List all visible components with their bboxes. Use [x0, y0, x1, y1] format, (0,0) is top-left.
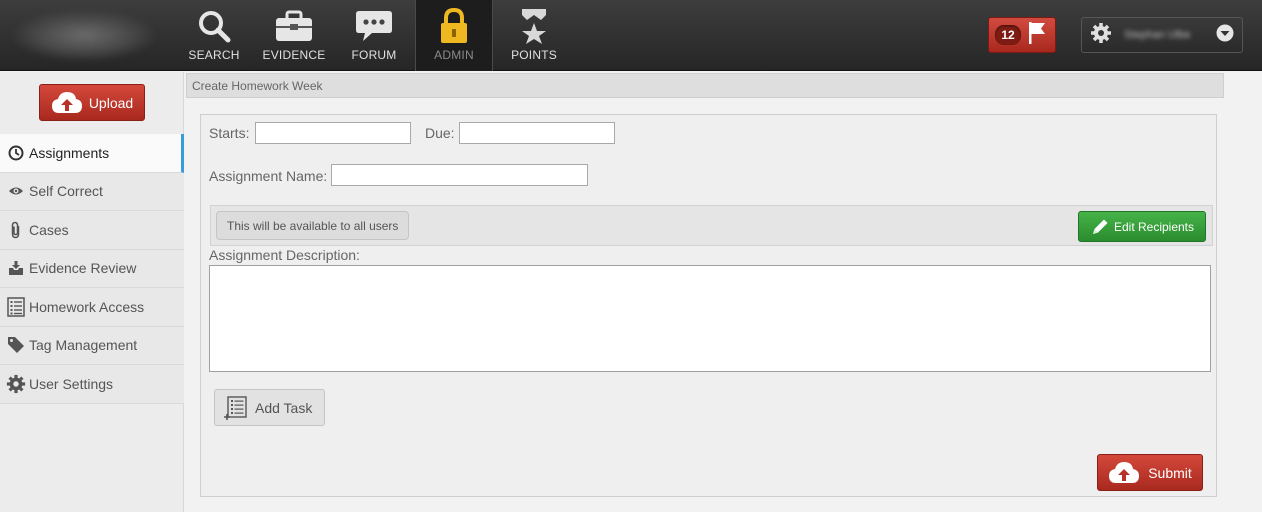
sidebar-item-label: Cases [29, 221, 69, 238]
edit-recipients-label: Edit Recipients [1113, 219, 1195, 234]
flag-icon [1027, 21, 1047, 50]
notifications-button[interactable]: 12 [988, 17, 1056, 53]
chevron-down-icon [1216, 24, 1234, 47]
recipients-bar: This will be available to all users Edit… [210, 205, 1213, 246]
main-nav: SEARCH EVIDENCE FORUM ADMIN POINTS [175, 0, 575, 71]
sidebar-item-user-settings[interactable]: User Settings [0, 365, 184, 404]
upload-button-label: Upload [88, 94, 134, 111]
user-name: Stephan Ulbe [1124, 29, 1191, 41]
upload-button[interactable]: Upload [39, 84, 145, 121]
description-label: Assignment Description: [209, 247, 360, 263]
nav-search-label: SEARCH [188, 48, 240, 62]
due-date-input[interactable] [459, 122, 615, 144]
inbox-download-icon [6, 258, 26, 278]
add-list-icon [223, 395, 249, 421]
due-label: Due: [425, 125, 455, 141]
assignment-description-textarea[interactable] [209, 265, 1211, 372]
sidebar-item-label: Self Correct [29, 183, 103, 200]
submit-button-label: Submit [1148, 464, 1192, 481]
sidebar-menu: Assignments Self Correct Cases Evidence … [0, 134, 184, 404]
points-star-icon [514, 7, 554, 45]
add-task-button[interactable]: Add Task [214, 389, 325, 426]
sidebar: Upload Assignments Self Correct Cases Ev… [0, 72, 184, 512]
edit-recipients-button[interactable]: Edit Recipients [1078, 211, 1206, 242]
cloud-upload-icon [51, 91, 83, 115]
lock-icon [434, 7, 474, 45]
paperclip-icon [6, 220, 26, 240]
briefcase-icon [274, 7, 314, 45]
sidebar-item-evidence-review[interactable]: Evidence Review [0, 249, 184, 288]
list-icon [6, 297, 26, 317]
assignment-name-input[interactable] [331, 164, 588, 186]
starts-date-input[interactable] [255, 122, 411, 144]
nav-forum-label: FORUM [351, 48, 397, 62]
gear-icon [1090, 22, 1112, 49]
breadcrumb: Create Homework Week [186, 73, 1224, 98]
nav-admin-label: ADMIN [434, 48, 474, 62]
nav-points[interactable]: POINTS [495, 0, 573, 71]
nav-evidence-label: EVIDENCE [262, 48, 326, 62]
clock-icon [6, 143, 26, 163]
homework-week-form: Starts: Due: Assignment Name: This will … [200, 114, 1217, 497]
submit-button[interactable]: Submit [1097, 454, 1203, 491]
nav-admin[interactable]: ADMIN [415, 0, 493, 71]
search-icon [194, 7, 234, 45]
cloud-upload-icon [1108, 461, 1140, 485]
sidebar-item-assignments[interactable]: Assignments [0, 134, 184, 173]
sidebar-item-tag-management[interactable]: Tag Management [0, 326, 184, 365]
pencil-icon [1090, 217, 1110, 237]
gear-icon [6, 374, 26, 394]
nav-evidence[interactable]: EVIDENCE [255, 0, 333, 71]
eye-icon [6, 181, 26, 201]
page-title: Create Homework Week [192, 79, 323, 93]
top-navigation-bar: SEARCH EVIDENCE FORUM ADMIN POINTS 12 St… [0, 0, 1262, 71]
tag-icon [6, 335, 26, 355]
nav-search[interactable]: SEARCH [175, 0, 253, 71]
sidebar-item-label: Homework Access [29, 298, 145, 315]
sidebar-item-self-correct[interactable]: Self Correct [0, 172, 184, 211]
starts-label: Starts: [209, 125, 250, 141]
sidebar-item-label: Assignments [29, 144, 110, 161]
sidebar-item-homework-access[interactable]: Homework Access [0, 288, 184, 327]
nav-points-label: POINTS [511, 48, 557, 62]
chat-bubble-icon [354, 7, 394, 45]
notification-count-badge: 12 [995, 25, 1021, 45]
logo[interactable] [14, 10, 154, 60]
sidebar-item-label: Evidence Review [29, 260, 137, 277]
add-task-label: Add Task [255, 399, 313, 416]
sidebar-item-label: Tag Management [29, 337, 138, 354]
user-menu[interactable]: Stephan Ulbe [1081, 17, 1243, 53]
availability-badge: This will be available to all users [216, 211, 410, 240]
sidebar-item-label: User Settings [29, 375, 114, 392]
sidebar-item-cases[interactable]: Cases [0, 211, 184, 250]
nav-forum[interactable]: FORUM [335, 0, 413, 71]
assignment-name-label: Assignment Name: [209, 168, 328, 184]
